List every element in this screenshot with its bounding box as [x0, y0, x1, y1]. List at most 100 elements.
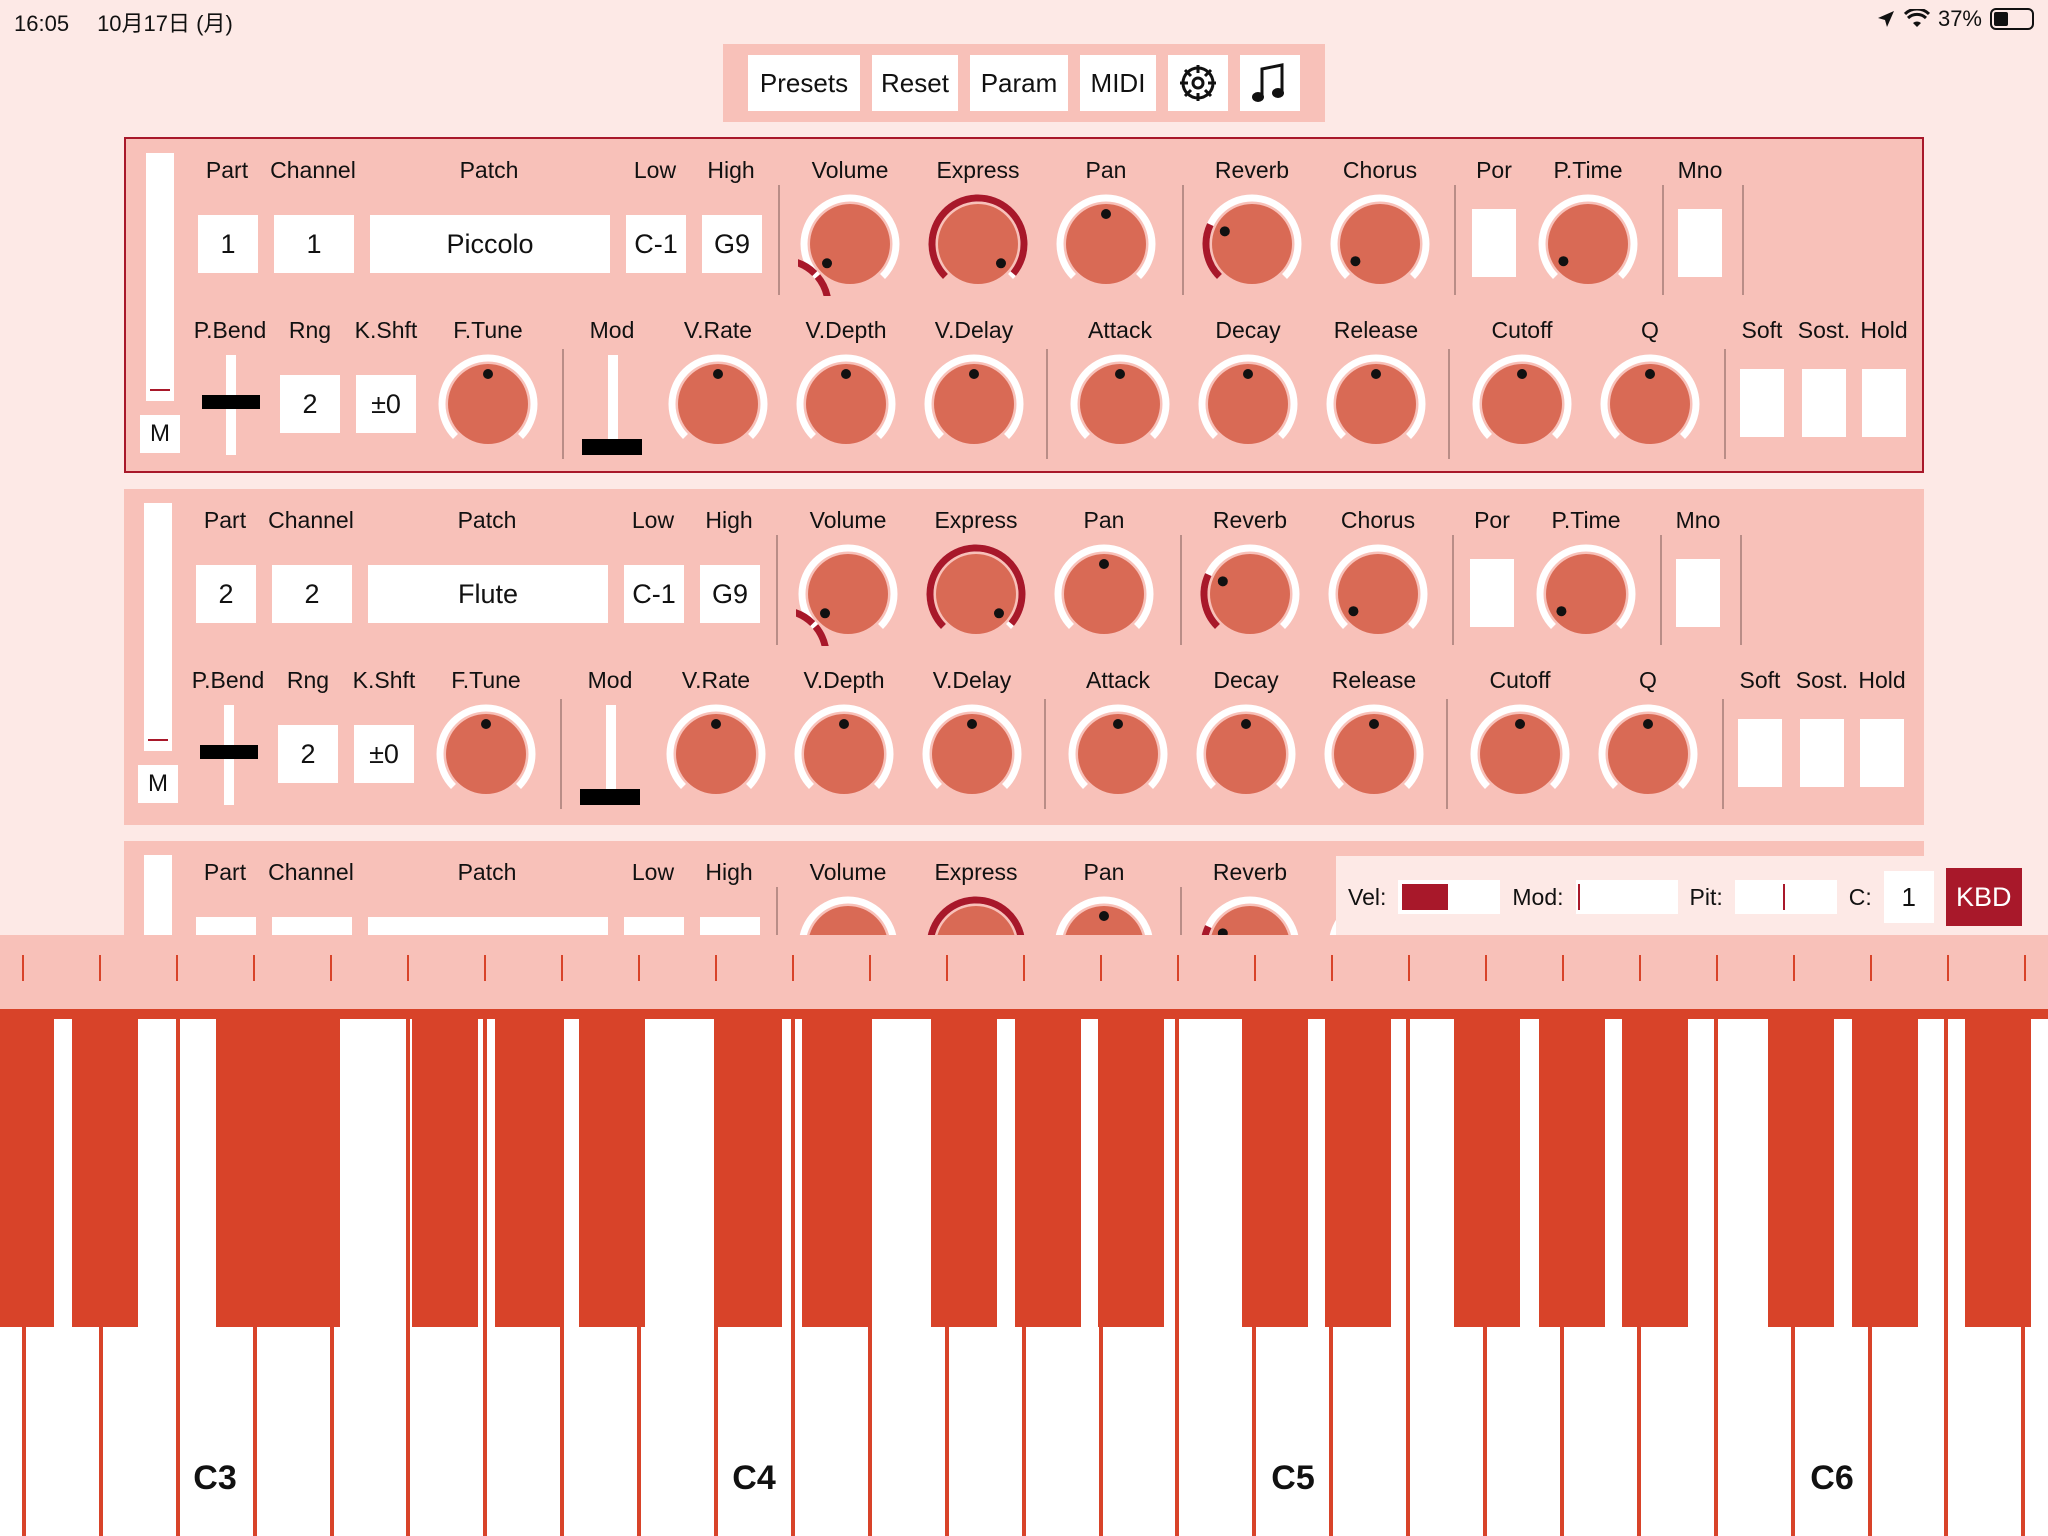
volume-knob[interactable]	[798, 192, 902, 296]
chorus-label: Chorus	[1340, 507, 1416, 533]
midi-button[interactable]: MIDI	[1080, 55, 1156, 111]
decay-knob[interactable]	[1194, 702, 1298, 806]
settings-button[interactable]	[1168, 55, 1228, 111]
black-key[interactable]	[1539, 1009, 1605, 1327]
patch-field[interactable]: Flute	[368, 565, 608, 623]
black-key[interactable]	[1965, 1009, 2031, 1327]
high-field[interactable]: G9	[700, 565, 760, 623]
q-knob[interactable]	[1598, 352, 1702, 456]
black-key[interactable]	[1768, 1009, 1834, 1327]
vdepth-knob[interactable]	[794, 352, 898, 456]
decay-label: Decay	[1215, 317, 1281, 343]
vrate-knob[interactable]	[664, 702, 768, 806]
black-key[interactable]	[0, 1009, 54, 1327]
black-key[interactable]	[1852, 1009, 1918, 1327]
low-field[interactable]: C-1	[624, 565, 684, 623]
vrate-knob[interactable]	[666, 352, 770, 456]
black-key[interactable]	[274, 1009, 340, 1327]
keyboard-channel-field[interactable]: 1	[1883, 871, 1934, 923]
attack-knob[interactable]	[1066, 702, 1170, 806]
mod-slider[interactable]	[608, 355, 618, 445]
sostenuto-toggle[interactable]	[1800, 719, 1844, 787]
mute-button[interactable]: M	[138, 765, 178, 803]
black-key[interactable]	[72, 1009, 138, 1327]
key-shift-field[interactable]: ±0	[356, 375, 416, 433]
mono-toggle[interactable]	[1676, 559, 1720, 627]
channel-field[interactable]: 2	[272, 565, 352, 623]
white-key[interactable]	[332, 1019, 409, 1536]
chorus-knob[interactable]	[1328, 192, 1432, 296]
black-key[interactable]	[1098, 1009, 1164, 1327]
soft-pedal-toggle[interactable]	[1738, 719, 1782, 787]
black-key[interactable]	[412, 1009, 478, 1327]
black-key[interactable]	[802, 1009, 868, 1327]
pan-knob[interactable]	[1052, 542, 1156, 646]
pan-knob[interactable]	[1054, 192, 1158, 296]
part-field[interactable]: 2	[196, 565, 256, 623]
release-knob[interactable]	[1324, 352, 1428, 456]
ptime-knob[interactable]	[1534, 542, 1638, 646]
ptime-knob[interactable]	[1536, 192, 1640, 296]
mod-handle[interactable]	[580, 789, 640, 805]
q-knob[interactable]	[1596, 702, 1700, 806]
black-key[interactable]	[1325, 1009, 1391, 1327]
black-key[interactable]	[579, 1009, 645, 1327]
soft-pedal-toggle[interactable]	[1740, 369, 1784, 437]
cutoff-knob[interactable]	[1470, 352, 1574, 456]
patch-field[interactable]: Piccolo	[370, 215, 610, 273]
presets-button[interactable]: Presets	[748, 55, 860, 111]
hold-toggle[interactable]	[1862, 369, 1906, 437]
kbd-button[interactable]: KBD	[1945, 868, 2022, 926]
key-shift-field[interactable]: ±0	[354, 725, 414, 783]
keyboard-ruler[interactable]	[0, 935, 2048, 1009]
portamento-toggle[interactable]	[1470, 559, 1514, 627]
channel-field[interactable]: 1	[274, 215, 354, 273]
black-key[interactable]	[1015, 1009, 1081, 1327]
release-knob[interactable]	[1322, 702, 1426, 806]
black-key[interactable]	[216, 1009, 282, 1327]
reverb-knob[interactable]	[1198, 542, 1302, 646]
black-key[interactable]	[716, 1009, 782, 1327]
range-field[interactable]: 2	[278, 725, 338, 783]
mod-handle[interactable]	[582, 439, 642, 455]
low-field[interactable]: C-1	[626, 215, 686, 273]
express-knob[interactable]	[924, 542, 1028, 646]
range-field[interactable]: 2	[280, 375, 340, 433]
vdelay-knob[interactable]	[922, 352, 1026, 456]
high-field[interactable]: G9	[702, 215, 762, 273]
decay-knob[interactable]	[1196, 352, 1300, 456]
vdepth-label: V.Depth	[803, 667, 885, 693]
sostenuto-toggle[interactable]	[1802, 369, 1846, 437]
white-key[interactable]	[639, 1019, 716, 1536]
hold-toggle[interactable]	[1860, 719, 1904, 787]
vdelay-knob[interactable]	[920, 702, 1024, 806]
cutoff-knob[interactable]	[1468, 702, 1572, 806]
attack-knob[interactable]	[1068, 352, 1172, 456]
part-field[interactable]: 1	[198, 215, 258, 273]
pitch-bend-handle[interactable]	[200, 745, 258, 759]
mod-slider[interactable]	[606, 705, 616, 795]
ftune-knob[interactable]	[436, 352, 540, 456]
black-key[interactable]	[1622, 1009, 1688, 1327]
black-key[interactable]	[1454, 1009, 1520, 1327]
param-button[interactable]: Param	[970, 55, 1068, 111]
pitch-bend-handle[interactable]	[202, 395, 260, 409]
ftune-knob[interactable]	[434, 702, 538, 806]
vdepth-knob[interactable]	[792, 702, 896, 806]
mute-button[interactable]: M	[140, 415, 180, 453]
mod-label: Mod:	[1512, 883, 1564, 910]
release-label: Release	[1331, 667, 1417, 693]
black-key[interactable]	[1242, 1009, 1308, 1327]
chorus-knob[interactable]	[1326, 542, 1430, 646]
reverb-knob[interactable]	[1200, 192, 1304, 296]
express-knob[interactable]	[926, 192, 1030, 296]
status-bar: 16:05 10月17日 (月) 37%	[0, 0, 2048, 40]
ruler-tick	[1331, 955, 1333, 981]
mono-toggle[interactable]	[1678, 209, 1722, 277]
reset-button[interactable]: Reset	[872, 55, 958, 111]
black-key[interactable]	[495, 1009, 561, 1327]
music-button[interactable]	[1240, 55, 1300, 111]
black-key[interactable]	[931, 1009, 997, 1327]
volume-knob[interactable]	[796, 542, 900, 646]
portamento-toggle[interactable]	[1472, 209, 1516, 277]
